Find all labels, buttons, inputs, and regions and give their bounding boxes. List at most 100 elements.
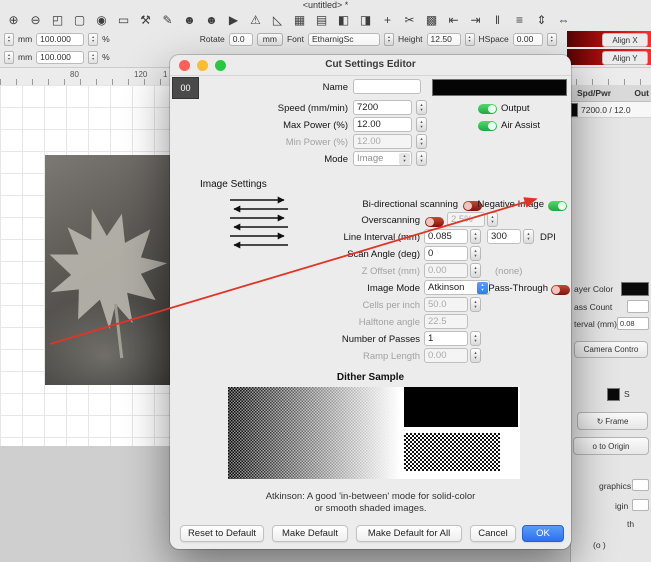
font-select[interactable]: EtharnigSc	[307, 32, 380, 46]
width-value-field[interactable]: 100.000	[36, 32, 85, 46]
speed-stepper[interactable]	[416, 100, 427, 115]
zoom-frame-icon[interactable]: ◰	[49, 12, 66, 29]
copy-array-icon[interactable]: ▤	[313, 12, 330, 29]
max-power-stepper[interactable]	[416, 117, 427, 132]
ramp-length-field: 0.00	[424, 348, 468, 363]
mode-select[interactable]: Image	[353, 151, 412, 166]
user-icon[interactable]: ☻	[181, 12, 198, 29]
mode-label: Mode	[324, 154, 348, 165]
cut-shapes-icon[interactable]: ✂	[401, 12, 418, 29]
make-default-button[interactable]: Make Default	[272, 525, 348, 542]
origin-checkbox[interactable]	[632, 499, 649, 511]
make-default-for-all-button[interactable]: Make Default for All	[356, 525, 462, 542]
camera-icon[interactable]: ◉	[93, 12, 110, 29]
reset-to-default-button[interactable]: Reset to Default	[180, 525, 264, 542]
name-input[interactable]	[353, 79, 421, 94]
show-swatch[interactable]	[607, 388, 620, 401]
cancel-button[interactable]: Cancel	[470, 525, 516, 542]
camera-control-button[interactable]: Camera Contro	[574, 341, 648, 358]
origin-fragment-label: igin	[615, 501, 629, 511]
distribute-horizontal-icon[interactable]: ‖	[489, 12, 506, 29]
dpi-field[interactable]: 300	[487, 229, 521, 244]
align-y-button[interactable]: Align Y	[602, 51, 648, 65]
monitor-icon[interactable]: ▭	[115, 12, 132, 29]
dither-sample-heading: Dither Sample	[336, 372, 405, 383]
max-power-field[interactable]: 12.00	[353, 117, 412, 132]
distribute-vertical-icon[interactable]: ≡	[511, 12, 528, 29]
image-mode-select-value: Atkinson	[428, 282, 465, 293]
selection-frame-icon[interactable]: ▢	[71, 12, 88, 29]
pass-count-field[interactable]	[627, 300, 649, 313]
align-left-icon[interactable]: ⇤	[445, 12, 462, 29]
pen-icon[interactable]: ✎	[159, 12, 176, 29]
rotate-field[interactable]: 0.0	[228, 32, 253, 46]
frame-button[interactable]: ↻ Frame	[577, 412, 648, 430]
dpi-stepper[interactable]	[523, 229, 534, 244]
transform-bar-row2: mm 100.000 %	[4, 49, 110, 65]
font-label: Font	[286, 34, 304, 44]
align-x-button[interactable]: Align X	[602, 33, 648, 47]
number-of-passes-field[interactable]: 1	[424, 331, 468, 346]
line-interval-stepper[interactable]	[470, 229, 481, 244]
user-alt-icon[interactable]: ☻	[203, 12, 220, 29]
leaf-image-object[interactable]	[45, 155, 170, 385]
air-assist-toggle[interactable]	[478, 121, 497, 131]
mirror-vertical-icon[interactable]: ◨	[357, 12, 374, 29]
speed-label: Speed (mm/min)	[277, 103, 348, 114]
width-unit-label: mm	[18, 34, 33, 44]
grid-array-icon[interactable]: ▦	[291, 12, 308, 29]
width-fragment-label: th	[627, 519, 635, 529]
height-field[interactable]: 12.50	[426, 32, 461, 46]
ramp-length-label: Ramp Length	[362, 351, 420, 362]
scan-angle-stepper[interactable]	[470, 246, 481, 261]
warning-icon[interactable]: ⚠	[247, 12, 264, 29]
graphics-checkbox[interactable]	[632, 479, 649, 491]
none-label: (none)	[495, 266, 523, 277]
height2-value-stepper[interactable]	[88, 50, 99, 64]
mirror-horizontal-icon[interactable]: ◧	[335, 12, 352, 29]
negative-image-toggle[interactable]	[548, 201, 567, 211]
start-icon[interactable]: ▶	[225, 12, 242, 29]
pass-through-toggle[interactable]	[551, 285, 570, 295]
zoom-in-icon[interactable]: ⊕	[5, 12, 22, 29]
speed-field[interactable]: 7200	[353, 100, 412, 115]
overscanning-stepper	[487, 212, 498, 227]
z-offset-label: Z Offset (mm)	[361, 266, 420, 277]
height-stepper[interactable]	[464, 32, 475, 46]
width-value-stepper[interactable]	[88, 32, 99, 46]
layer-color-label: ayer Color	[574, 284, 614, 294]
hspace-label: HSpace	[478, 34, 509, 44]
interval-field[interactable]: 0.08	[617, 317, 649, 330]
line-interval-field[interactable]: 0.085	[424, 229, 468, 244]
layer-spd-pwr-value: 7200.0 / 12.0	[581, 105, 631, 115]
number-of-passes-stepper[interactable]	[470, 331, 481, 346]
font-stepper[interactable]	[383, 32, 394, 46]
layer-color-swatch[interactable]	[621, 282, 649, 296]
overscanning-toggle[interactable]	[425, 217, 444, 227]
output-toggle[interactable]	[478, 104, 497, 114]
height2-percent-label: %	[102, 52, 110, 62]
unit-mm-button[interactable]: mm	[256, 32, 283, 46]
scan-angle-field[interactable]: 0	[424, 246, 468, 261]
space-vertical-icon[interactable]: ⇕	[533, 12, 550, 29]
height2-stepper[interactable]	[4, 50, 14, 64]
width-percent-label: %	[102, 34, 110, 44]
main-toolbar: ⊕ ⊖ ◰ ▢ ◉ ▭ ⚒ ✎ ☻ ☻ ▶ ⚠ ◺ ▦ ▤ ◧ ◨ + ✂ ▩ ⇤ ⇥ ‖ ≡ ⇕ ⇔	[5, 10, 647, 30]
align-right-icon[interactable]: ⇥	[467, 12, 484, 29]
tools-icon[interactable]: ⚒	[137, 12, 154, 29]
weld-icon[interactable]: ▩	[423, 12, 440, 29]
space-horizontal-icon[interactable]: ⇔	[555, 12, 572, 29]
mode-stepper[interactable]	[416, 151, 427, 166]
width-stepper[interactable]	[4, 32, 14, 46]
node-edit-icon[interactable]: +	[379, 12, 396, 29]
layer-color-preview[interactable]	[432, 79, 567, 96]
angle-measure-icon[interactable]: ◺	[269, 12, 286, 29]
line-interval-label: Line Interval (mm)	[343, 232, 420, 243]
zoom-out-icon[interactable]: ⊖	[27, 12, 44, 29]
hspace-stepper[interactable]	[546, 32, 557, 46]
hspace-field[interactable]: 0.00	[512, 32, 543, 46]
height2-value-field[interactable]: 100.000	[36, 50, 85, 64]
layer-row[interactable]: 7200.0 / 12.0	[571, 102, 651, 118]
go-to-origin-button[interactable]: o to Origin	[573, 437, 649, 455]
ok-button[interactable]: OK	[522, 525, 564, 542]
